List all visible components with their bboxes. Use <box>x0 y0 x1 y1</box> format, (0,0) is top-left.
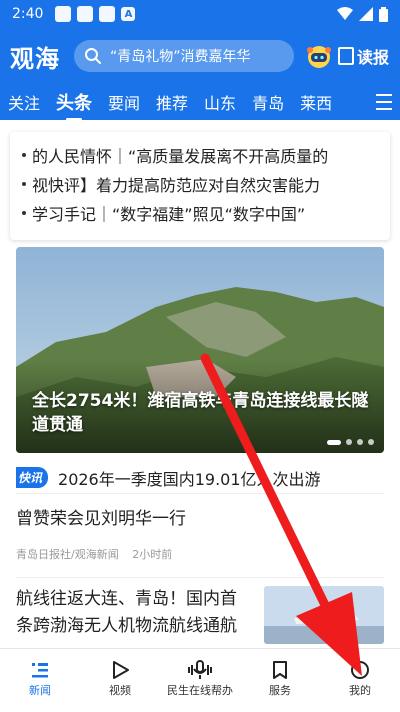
news-item[interactable]: 曾赞荣会见刘明华一行 青岛日报社/观海新闻 2小时前 <box>16 506 384 578</box>
news-thumbnail <box>264 586 384 644</box>
read-newspaper-button[interactable]: 读报 <box>338 44 389 68</box>
news-title: 航线往返大连、青岛！国内首条跨渤海无人机物流航线通航 <box>16 589 237 636</box>
search-placeholder: “青岛礼物”消费嘉年华 <box>110 49 251 65</box>
nav-profile[interactable]: 我的 <box>320 649 400 712</box>
news-source: 青岛日报社/观海新闻 <box>16 548 119 561</box>
flash-text: 2026年一季度国内19.01亿人次出游 <box>58 469 321 489</box>
status-time: 2:40 <box>12 6 44 22</box>
banner-title: 全长2754米！潍宿高铁与青岛连接线最长隧道贯通 <box>32 391 369 435</box>
headline-text: 学习手记｜“数字福建”照见“数字中国” <box>32 204 306 224</box>
news-meta: 青岛日报社/观海新闻 2小时前 <box>16 546 384 562</box>
notification-icon <box>55 6 72 22</box>
microphone-icon <box>188 660 212 679</box>
featured-banner[interactable]: 全长2754米！潍宿高铁与青岛连接线最长隧道贯通 <box>16 247 384 453</box>
tab-laixi[interactable]: 莱西 <box>300 90 332 114</box>
headline-item[interactable]: 的人民情怀｜“高质量发展离不开高质量的 <box>22 140 390 169</box>
tab-qingdao[interactable]: 青岛 <box>252 90 284 114</box>
nav-services-label: 服务 <box>269 684 291 697</box>
news-list-icon <box>32 663 48 678</box>
headline-text: 的人民情怀｜“高质量发展离不开高质量的 <box>32 146 329 166</box>
carousel-indicator <box>327 439 374 445</box>
status-bar: 2:40 A <box>0 0 400 28</box>
tab-follow[interactable]: 关注 <box>8 90 40 114</box>
app-header: 观海 “青岛礼物”消费嘉年华 读报 <box>0 28 400 84</box>
tab-shandong[interactable]: 山东 <box>204 90 236 114</box>
bookmark-icon <box>273 661 287 679</box>
nav-civic-help-label: 民生在线帮办 <box>167 684 233 697</box>
news-title: 曾赞荣会见刘明华一行 <box>16 509 186 529</box>
notification-icon <box>99 6 116 22</box>
newspaper-icon <box>338 47 354 65</box>
notification-icon <box>77 6 94 22</box>
profile-icon <box>351 661 369 679</box>
wifi-icon <box>337 7 353 20</box>
tab-headlines[interactable]: 头条 <box>56 89 92 121</box>
channel-menu-icon[interactable] <box>376 94 392 115</box>
channel-tabs: 关注 头条 要闻 推荐 山东 青岛 莱西 <box>0 84 400 121</box>
headline-item[interactable]: 视快评】着力提高防范应对自然灾害能力 <box>22 169 390 198</box>
mascot-robot-icon[interactable] <box>304 41 334 71</box>
search-bar[interactable]: “青岛礼物”消费嘉年华 <box>74 40 294 72</box>
play-icon <box>113 661 129 679</box>
carousel-dot <box>346 439 352 445</box>
headline-text: 视快评】着力提高防范应对自然灾害能力 <box>32 175 321 195</box>
carousel-dot-active <box>327 439 341 445</box>
tab-important-news[interactable]: 要闻 <box>108 90 140 114</box>
flash-badge: 快讯 <box>16 467 49 488</box>
read-newspaper-label: 读报 <box>357 48 390 67</box>
bullet <box>22 181 26 186</box>
app-logo: 观海 <box>10 44 60 73</box>
nav-news-label: 新闻 <box>29 684 51 697</box>
bottom-navigation: 新闻 视频 民生在线帮办 服务 我的 <box>0 648 400 712</box>
nav-profile-label: 我的 <box>349 684 371 697</box>
headline-list: 的人民情怀｜“高质量发展离不开高质量的 视快评】着力提高防范应对自然灾害能力 学… <box>10 132 390 240</box>
nav-services[interactable]: 服务 <box>240 649 320 712</box>
carousel-dot <box>357 439 363 445</box>
headline-item[interactable]: 学习手记｜“数字福建”照见“数字中国” <box>22 198 390 227</box>
tab-recommended[interactable]: 推荐 <box>156 90 188 114</box>
news-time: 2小时前 <box>132 548 173 561</box>
flash-news[interactable]: 快讯 2026年一季度国内19.01亿人次出游 <box>16 462 384 494</box>
nav-civic-help[interactable]: 民生在线帮办 <box>160 649 240 712</box>
search-icon <box>85 48 101 64</box>
notification-a-icon: A <box>121 7 136 21</box>
nav-video[interactable]: 视频 <box>80 649 160 712</box>
news-item[interactable]: 航线往返大连、青岛！国内首条跨渤海无人机物流航线通航 <box>16 586 384 644</box>
signal-icon <box>359 7 373 21</box>
bullet <box>22 152 26 157</box>
battery-icon <box>379 6 388 22</box>
carousel-dot <box>368 439 374 445</box>
bullet <box>22 210 26 215</box>
nav-video-label: 视频 <box>109 684 131 697</box>
nav-news[interactable]: 新闻 <box>0 649 80 712</box>
